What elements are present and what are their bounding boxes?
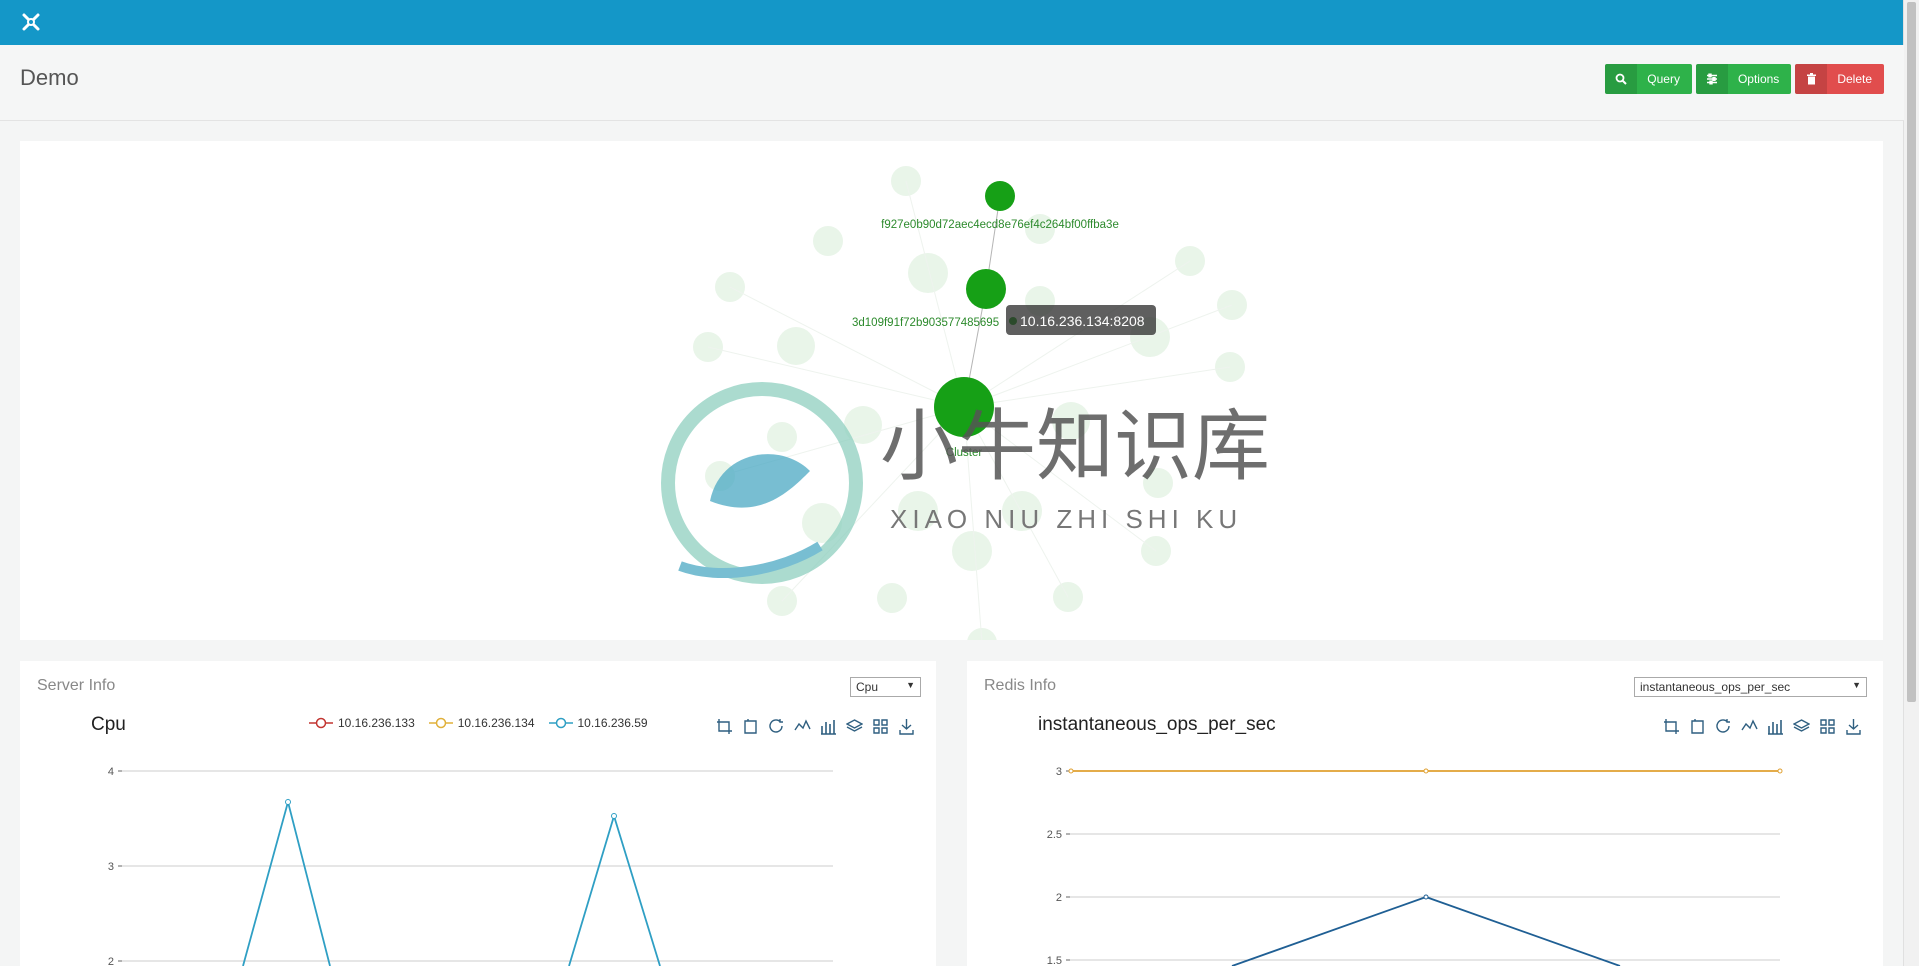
y-tick-label: 2 [1056, 892, 1062, 904]
y-tick-label: 2.5 [1047, 829, 1062, 841]
page-header: Demo Query Options Delete [0, 45, 1904, 121]
server-info-panel: Server Info Cpu ▼ Cpu 10.16.236.133 10.1… [20, 661, 936, 966]
data-point [1068, 768, 1074, 774]
redis-info-panel: Redis Info instantaneous_ops_per_sec ▼ i… [967, 661, 1883, 966]
node-tooltip: 10.16.236.134:8208 [1006, 305, 1156, 335]
watermark-text-cn: 小牛知识库 [880, 402, 1270, 490]
data-point [1423, 894, 1429, 900]
redis-chart: 3 2.5 2 1.5 [1047, 766, 1783, 966]
page-title: Demo [20, 65, 79, 90]
app-logo-icon[interactable] [20, 11, 42, 33]
y-tick-label: 3 [108, 861, 114, 873]
options-button[interactable]: Options [1695, 64, 1792, 94]
series-line-10.16.236.59 [242, 798, 661, 966]
action-buttons: Query Options Delete [1605, 64, 1884, 94]
options-label: Options [1737, 72, 1780, 86]
watermark-text-en: XIAO NIU ZHI SHI KU [890, 504, 1242, 534]
query-label: Query [1647, 72, 1680, 86]
server-chart: 4 3 2 [108, 766, 833, 966]
data-point [1423, 768, 1429, 774]
series-line-navy [1231, 896, 1621, 966]
search-icon [1605, 64, 1638, 94]
graph-node-1 [985, 181, 1015, 211]
data-point [611, 813, 617, 819]
data-point [1777, 768, 1783, 774]
graph-node-2-label: 3d109f91f72b903577485695 [852, 317, 999, 329]
delete-button[interactable]: Delete [1795, 64, 1884, 94]
top-bar [0, 0, 1904, 45]
y-tick-label: 1.5 [1047, 955, 1062, 966]
data-point [285, 799, 291, 805]
y-tick-label: 3 [1056, 766, 1062, 778]
graph-node-2 [966, 269, 1006, 309]
delete-label: Delete [1837, 72, 1872, 86]
watermark-logo [661, 382, 863, 584]
scroll-thumb[interactable] [1907, 2, 1916, 702]
y-tick-label: 2 [108, 956, 114, 966]
sliders-icon [1695, 64, 1728, 94]
topology-graph-panel: f927e0b90d72aec4ecd8e76ef4c264bf00ffba3e… [20, 141, 1883, 658]
y-tick-label: 4 [108, 766, 114, 778]
page-scrollbar[interactable] [1903, 0, 1919, 966]
query-button[interactable]: Query [1605, 64, 1692, 94]
svg-text:10.16.236.134:8208: 10.16.236.134:8208 [1020, 313, 1145, 329]
graph-node-1-label: f927e0b90d72aec4ecd8e76ef4c264bf00ffba3e [881, 219, 1119, 231]
trash-icon [1795, 64, 1828, 94]
topology-graph[interactable]: f927e0b90d72aec4ecd8e76ef4c264bf00ffba3e… [20, 141, 1883, 658]
